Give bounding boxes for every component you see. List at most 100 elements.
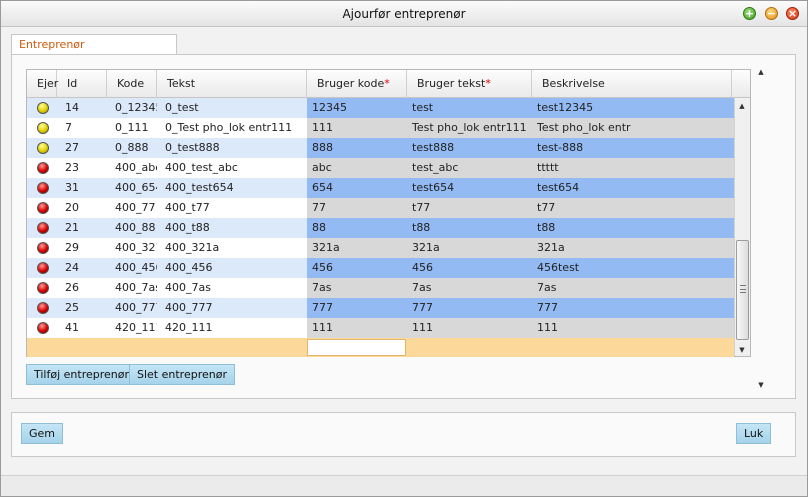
cell-bruger-tekst[interactable]: test xyxy=(407,98,532,118)
cell-beskrivelse[interactable]: t88 xyxy=(532,218,734,238)
cell-tekst: 420_111 xyxy=(165,321,213,334)
grip-icon xyxy=(740,285,746,293)
cell-beskrivelse[interactable]: 7as xyxy=(532,278,734,298)
cell-tekst: 400_7as xyxy=(165,281,211,294)
cell-bruger-tekst[interactable]: 111 xyxy=(407,318,532,338)
cell-beskrivelse[interactable]: 777 xyxy=(532,298,734,318)
column-header-kode[interactable]: Kode xyxy=(107,70,157,98)
cell-bruger-kode[interactable]: 77 xyxy=(307,198,407,218)
cell-kode: 400_abc xyxy=(115,161,157,174)
owner-status-icon xyxy=(37,282,49,294)
grid-scroll-down-icon[interactable]: ▼ xyxy=(735,344,749,356)
table-row[interactable]: 20 400_77 400_t77 77 t77 t77 xyxy=(27,198,734,218)
plus-icon: + xyxy=(744,7,755,20)
table-row[interactable]: 24400_456400_456456456456test xyxy=(27,258,734,278)
cell-id: 41 xyxy=(65,321,79,334)
add-contractor-button[interactable]: Tilføj entreprenør xyxy=(26,364,138,385)
cell-kode: 0_888 xyxy=(115,141,149,154)
panel-scrollbar[interactable]: ▲ ▼ xyxy=(754,66,768,392)
tab-entreprenor[interactable]: Entreprenør xyxy=(11,34,177,55)
cell-id: 23 xyxy=(65,161,79,174)
cell-beskrivelse[interactable]: 111 xyxy=(532,318,734,338)
cell-bruger-tekst[interactable]: test654 xyxy=(407,178,532,198)
cell-bruger-kode[interactable]: 111 xyxy=(307,118,407,138)
cell-beskrivelse[interactable]: test12345 xyxy=(532,98,734,118)
column-header-bruger-tekst[interactable]: Bruger tekst* xyxy=(407,70,532,98)
delete-contractor-button[interactable]: Slet entreprenør xyxy=(129,364,235,385)
cell-bruger-kode[interactable]: 12345 xyxy=(307,98,407,118)
cell-bruger-kode[interactable]: 111 xyxy=(307,318,407,338)
owner-status-icon xyxy=(37,102,49,114)
column-header-id[interactable]: Id xyxy=(57,70,107,98)
grid-scrollbar[interactable]: ▲ ▼ xyxy=(734,98,750,356)
cell-bruger-tekst[interactable]: test_abc xyxy=(407,158,532,178)
cell-bruger-tekst[interactable]: 777 xyxy=(407,298,532,318)
table-row[interactable]: 21 400_88 400_t88 88 t88 t88 xyxy=(27,218,734,238)
cell-bruger-tekst[interactable]: t77 xyxy=(407,198,532,218)
column-header-tekst[interactable]: Tekst xyxy=(157,70,307,98)
cell-bruger-kode[interactable]: 88 xyxy=(307,218,407,238)
cell-beskrivelse[interactable]: test-888 xyxy=(532,138,734,158)
cell-tekst: 400_t88 xyxy=(165,221,210,234)
save-button[interactable]: Gem xyxy=(21,423,64,444)
cell-tekst: 400_777 xyxy=(165,301,213,314)
table-row[interactable]: 27 0_888 0_test888 888 test888 test-888 xyxy=(27,138,734,158)
status-bar xyxy=(1,475,807,496)
owner-status-icon xyxy=(37,262,49,274)
column-header-beskrivelse[interactable]: Beskrivelse xyxy=(532,70,732,98)
cell-bruger-kode[interactable]: 7as xyxy=(307,278,407,298)
table-row[interactable]: 25400_777400_777777777777 xyxy=(27,298,734,318)
cell-beskrivelse[interactable]: ttttt xyxy=(532,158,734,178)
owner-status-icon xyxy=(37,162,49,174)
cell-kode: 400_654 xyxy=(115,181,157,194)
cell-beskrivelse[interactable]: Test pho_lok entr xyxy=(532,118,734,138)
contractor-grid: Ejer Id Kode Tekst Bruger kode* Bruger t… xyxy=(26,69,751,357)
cell-bruger-kode[interactable]: 888 xyxy=(307,138,407,158)
close-button[interactable]: Luk xyxy=(736,423,772,444)
table-row[interactable]: 7 0_111 0_Test pho_lok entr111 111 Test pho_… xyxy=(27,118,734,138)
cell-bruger-kode[interactable]: 777 xyxy=(307,298,407,318)
minimize-button[interactable]: − xyxy=(765,7,778,20)
table-row[interactable]: 26 400_7as 400_7as 7as 7as 7as xyxy=(27,278,734,298)
cell-kode: 400_456 xyxy=(115,261,157,274)
scroll-down-arrow-icon[interactable]: ▼ xyxy=(754,379,768,391)
cell-bruger-tekst[interactable]: t88 xyxy=(407,218,532,238)
column-header-bruger-kode[interactable]: Bruger kode* xyxy=(307,70,407,98)
cell-bruger-tekst[interactable]: Test pho_lok entr111 xyxy=(407,118,532,138)
cell-beskrivelse[interactable]: 321a xyxy=(532,238,734,258)
cell-bruger-kode[interactable]: 321a xyxy=(307,238,407,258)
table-row[interactable]: 29400_321a400_321a321a321a321a xyxy=(27,238,734,258)
grid-scroll-thumb[interactable] xyxy=(736,240,749,340)
owner-status-icon xyxy=(37,122,49,134)
grid-scroll-up-icon[interactable]: ▲ xyxy=(735,100,749,112)
window-title: Ajourfør entreprenør xyxy=(342,7,466,21)
cell-bruger-tekst[interactable]: 321a xyxy=(407,238,532,258)
table-row[interactable]: 23 400_abc 400_test_abc abc test_abc ttttt xyxy=(27,158,734,178)
new-bruger-kode-input[interactable] xyxy=(307,339,406,356)
cell-beskrivelse[interactable]: test654 xyxy=(532,178,734,198)
cell-tekst: 400_321a xyxy=(165,241,220,254)
table-row[interactable]: 41420_111420_111111111111 xyxy=(27,318,734,338)
close-window-button[interactable]: × xyxy=(786,7,799,20)
cell-bruger-kode[interactable]: 654 xyxy=(307,178,407,198)
table-row[interactable]: 31400_654400_test654654test654test654 xyxy=(27,178,734,198)
cell-beskrivelse[interactable]: t77 xyxy=(532,198,734,218)
owner-status-icon xyxy=(37,142,49,154)
scroll-up-arrow-icon[interactable]: ▲ xyxy=(754,66,768,78)
cell-kode: 420_111 xyxy=(115,321,157,334)
column-header-ejer[interactable]: Ejer xyxy=(27,70,58,98)
cell-bruger-tekst[interactable]: 456 xyxy=(407,258,532,278)
cell-bruger-kode[interactable]: abc xyxy=(307,158,407,178)
cell-beskrivelse[interactable]: 456test xyxy=(532,258,734,278)
maximize-button[interactable]: + xyxy=(743,7,756,20)
cell-tekst: 400_456 xyxy=(165,261,213,274)
title-bar[interactable]: Ajourfør entreprenør + − × xyxy=(1,1,807,27)
cell-bruger-tekst[interactable]: test888 xyxy=(407,138,532,158)
close-icon: × xyxy=(787,7,798,20)
new-row[interactable] xyxy=(27,338,734,357)
cell-id: 21 xyxy=(65,221,79,234)
table-row[interactable]: 14 0_12345 0_test 12345testtest12345 xyxy=(27,98,734,118)
cell-bruger-kode[interactable]: 456 xyxy=(307,258,407,278)
cell-tekst: 400_test_abc xyxy=(165,161,238,174)
cell-bruger-tekst[interactable]: 7as xyxy=(407,278,532,298)
